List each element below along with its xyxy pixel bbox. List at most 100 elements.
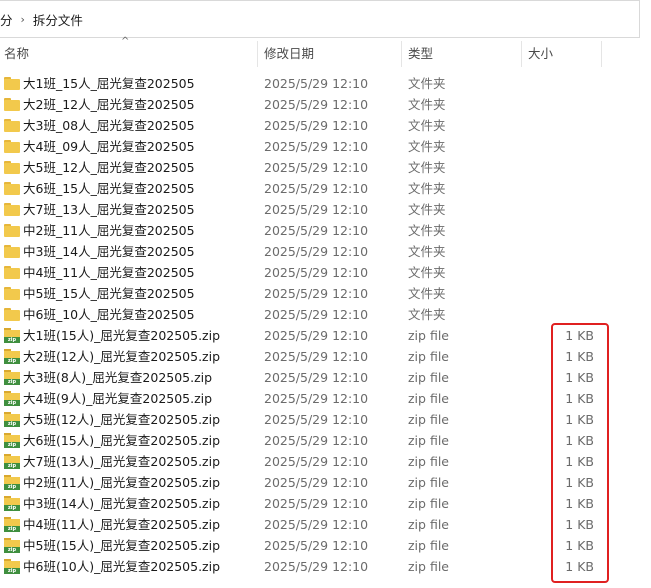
folder-row[interactable]: 大2班_12人_屈光复查202505 2025/5/29 12:10 文件夹	[0, 94, 651, 115]
column-divider[interactable]	[601, 41, 602, 67]
file-name: 大7班(13人)_屈光复查202505.zip	[23, 454, 221, 469]
file-name: 大2班_12人_屈光复查202505	[23, 97, 195, 112]
zip-file-icon: zip	[4, 433, 20, 448]
folder-icon	[4, 287, 20, 300]
folder-icon	[4, 119, 20, 132]
file-name: 中5班(15人)_屈光复查202505.zip	[23, 538, 221, 553]
folder-row[interactable]: 大4班_09人_屈光复查202505 2025/5/29 12:10 文件夹	[0, 136, 651, 157]
file-size	[540, 94, 594, 115]
file-size	[540, 157, 594, 178]
folder-icon	[4, 77, 20, 90]
folder-icon	[4, 224, 20, 237]
file-size	[540, 199, 594, 220]
file-name: 中2班(11人)_屈光复查202505.zip	[23, 475, 221, 490]
file-type: 文件夹	[408, 286, 446, 301]
modified-date: 2025/5/29 12:10	[264, 202, 369, 217]
zip-file-icon: zip	[4, 496, 20, 511]
folder-icon	[4, 245, 20, 258]
folder-row[interactable]: 大7班_13人_屈光复查202505 2025/5/29 12:10 文件夹	[0, 199, 651, 220]
folder-row[interactable]: 中2班_11人_屈光复查202505 2025/5/29 12:10 文件夹	[0, 220, 651, 241]
column-divider[interactable]	[521, 41, 522, 67]
file-type: zip file	[408, 433, 449, 448]
modified-date: 2025/5/29 12:10	[264, 307, 369, 322]
file-name: 中5班_15人_屈光复查202505	[23, 286, 195, 301]
file-size	[540, 220, 594, 241]
file-type: 文件夹	[408, 244, 446, 259]
file-size	[540, 304, 594, 325]
file-name: 大4班_09人_屈光复查202505	[23, 139, 195, 154]
file-name: 中6班(10人)_屈光复查202505.zip	[23, 559, 221, 574]
folder-row[interactable]: 大5班_12人_屈光复查202505 2025/5/29 12:10 文件夹	[0, 157, 651, 178]
breadcrumb-current[interactable]: 拆分文件	[33, 10, 83, 29]
file-type: zip file	[408, 517, 449, 532]
folder-icon	[4, 203, 20, 216]
modified-date: 2025/5/29 12:10	[264, 76, 369, 91]
folder-row[interactable]: 大3班_08人_屈光复查202505 2025/5/29 12:10 文件夹	[0, 115, 651, 136]
file-name: 大3班(8人)_屈光复查202505.zip	[23, 370, 213, 385]
modified-date: 2025/5/29 12:10	[264, 517, 369, 532]
folder-row[interactable]: 中3班_14人_屈光复查202505 2025/5/29 12:10 文件夹	[0, 241, 651, 262]
zip-file-icon: zip	[4, 475, 20, 490]
breadcrumb-parent[interactable]: 分	[0, 10, 13, 29]
modified-date: 2025/5/29 12:10	[264, 454, 369, 469]
column-header-date[interactable]: 修改日期	[264, 41, 314, 67]
folder-icon	[4, 161, 20, 174]
file-name: 大5班(12人)_屈光复查202505.zip	[23, 412, 221, 427]
file-size	[540, 136, 594, 157]
folder-icon	[4, 266, 20, 279]
file-type: 文件夹	[408, 181, 446, 196]
zip-file-icon: zip	[4, 538, 20, 553]
column-header-size[interactable]: 大小	[528, 41, 553, 67]
zip-file-icon: zip	[4, 412, 20, 427]
modified-date: 2025/5/29 12:10	[264, 97, 369, 112]
file-name: 中6班_10人_屈光复查202505	[23, 307, 195, 322]
modified-date: 2025/5/29 12:10	[264, 286, 369, 301]
breadcrumb: 分 › 拆分文件	[0, 0, 640, 38]
modified-date: 2025/5/29 12:10	[264, 328, 369, 343]
file-name: 大1班_15人_屈光复查202505	[23, 76, 195, 91]
column-header-name[interactable]: 名称	[4, 41, 29, 67]
column-divider[interactable]	[257, 41, 258, 67]
modified-date: 2025/5/29 12:10	[264, 370, 369, 385]
zip-file-icon: zip	[4, 517, 20, 532]
file-type: zip file	[408, 559, 449, 574]
column-header-type[interactable]: 类型	[408, 41, 433, 67]
modified-date: 2025/5/29 12:10	[264, 391, 369, 406]
column-divider[interactable]	[401, 41, 402, 67]
modified-date: 2025/5/29 12:10	[264, 160, 369, 175]
modified-date: 2025/5/29 12:10	[264, 475, 369, 490]
folder-row[interactable]: 中4班_11人_屈光复查202505 2025/5/29 12:10 文件夹	[0, 262, 651, 283]
file-type: zip file	[408, 454, 449, 469]
file-name: 大6班(15人)_屈光复查202505.zip	[23, 433, 221, 448]
file-type: 文件夹	[408, 202, 446, 217]
folder-row[interactable]: 中5班_15人_屈光复查202505 2025/5/29 12:10 文件夹	[0, 283, 651, 304]
size-highlight-box	[551, 323, 609, 583]
file-type: zip file	[408, 412, 449, 427]
file-name: 大2班(12人)_屈光复查202505.zip	[23, 349, 221, 364]
file-name: 大7班_13人_屈光复查202505	[23, 202, 195, 217]
file-size	[540, 115, 594, 136]
modified-date: 2025/5/29 12:10	[264, 349, 369, 364]
file-type: zip file	[408, 475, 449, 490]
file-type: 文件夹	[408, 223, 446, 238]
file-size	[540, 283, 594, 304]
folder-icon	[4, 182, 20, 195]
modified-date: 2025/5/29 12:10	[264, 412, 369, 427]
folder-row[interactable]: 中6班_10人_屈光复查202505 2025/5/29 12:10 文件夹	[0, 304, 651, 325]
chevron-right-icon: ›	[20, 12, 25, 26]
file-size	[540, 262, 594, 283]
file-type: zip file	[408, 349, 449, 364]
file-type: 文件夹	[408, 139, 446, 154]
file-name: 中4班_11人_屈光复查202505	[23, 265, 195, 280]
folder-icon	[4, 140, 20, 153]
file-name: 中4班(11人)_屈光复查202505.zip	[23, 517, 221, 532]
modified-date: 2025/5/29 12:10	[264, 496, 369, 511]
file-name: 大3班_08人_屈光复查202505	[23, 118, 195, 133]
folder-row[interactable]: 大6班_15人_屈光复查202505 2025/5/29 12:10 文件夹	[0, 178, 651, 199]
zip-file-icon: zip	[4, 328, 20, 343]
folder-row[interactable]: 大1班_15人_屈光复查202505 2025/5/29 12:10 文件夹	[0, 73, 651, 94]
modified-date: 2025/5/29 12:10	[264, 223, 369, 238]
file-type: 文件夹	[408, 160, 446, 175]
zip-file-icon: zip	[4, 454, 20, 469]
folder-icon	[4, 308, 20, 321]
